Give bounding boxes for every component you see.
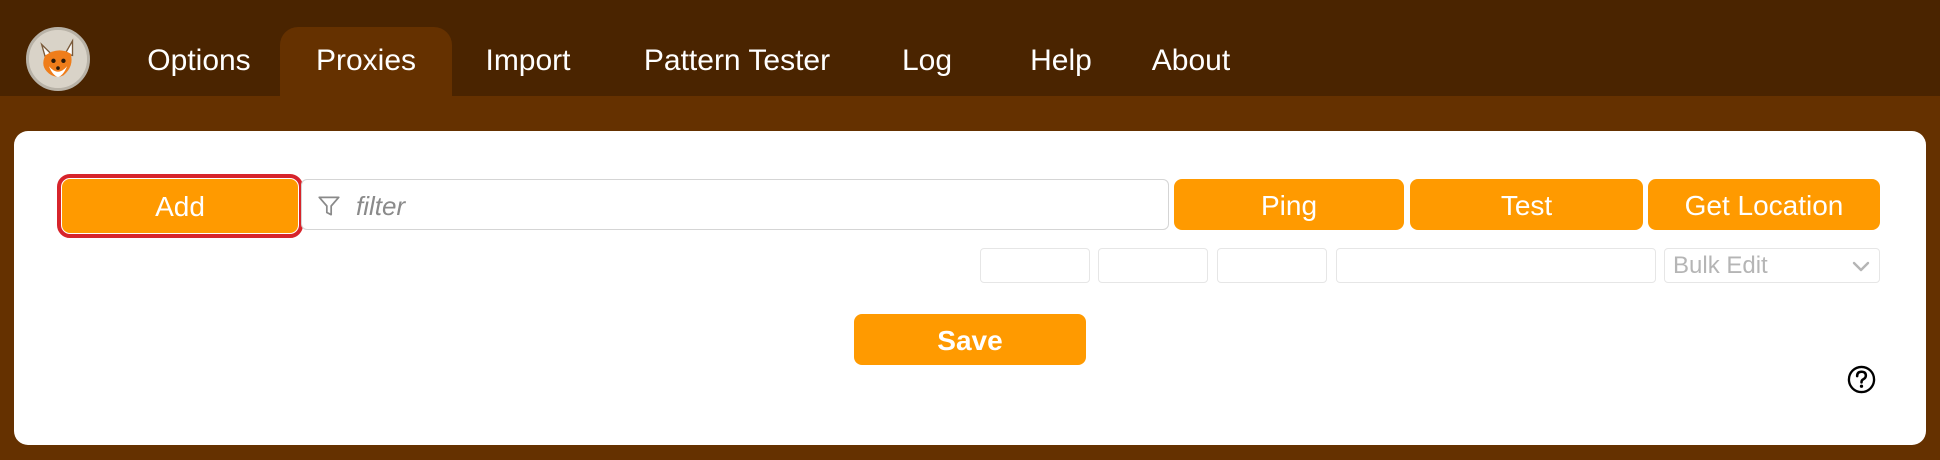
question-circle-icon[interactable] bbox=[1847, 365, 1876, 394]
filter-field[interactable] bbox=[301, 179, 1169, 230]
bulk-edit-select[interactable]: Bulk Edit bbox=[1664, 248, 1880, 283]
get-location-button[interactable]: Get Location bbox=[1648, 179, 1880, 230]
filter-input[interactable] bbox=[354, 186, 1148, 226]
add-button-label: Add bbox=[155, 191, 205, 222]
chevron-down-icon bbox=[1852, 261, 1870, 272]
proxies-panel: Add Ping Test Get Location Bulk Edit Sav… bbox=[14, 131, 1926, 445]
save-button[interactable]: Save bbox=[854, 314, 1086, 365]
ping-button[interactable]: Ping bbox=[1174, 179, 1404, 230]
funnel-icon bbox=[318, 196, 340, 216]
tab-log[interactable]: Log bbox=[874, 27, 980, 96]
tab-about[interactable]: About bbox=[1136, 27, 1246, 96]
test-button[interactable]: Test bbox=[1410, 179, 1643, 230]
get-location-button-label: Get Location bbox=[1684, 190, 1844, 221]
test-button-label: Test bbox=[1500, 190, 1553, 221]
bulk-edit-selected-value: Bulk Edit bbox=[1673, 252, 1768, 279]
main-tabs: Options Proxies Import Pattern Tester Lo… bbox=[0, 0, 1300, 96]
ping-button-label: Ping bbox=[1260, 190, 1318, 221]
bulk-field-4[interactable] bbox=[1336, 248, 1656, 283]
tab-help[interactable]: Help bbox=[1002, 27, 1120, 96]
bulk-field-2[interactable] bbox=[1098, 248, 1208, 283]
tab-proxies[interactable]: Proxies bbox=[280, 27, 452, 96]
add-button[interactable]: Add bbox=[57, 174, 303, 238]
bulk-field-3[interactable] bbox=[1217, 248, 1327, 283]
top-navigation-bar: Options Proxies Import Pattern Tester Lo… bbox=[0, 0, 1940, 96]
tab-import[interactable]: Import bbox=[452, 27, 604, 96]
bulk-field-1[interactable] bbox=[980, 248, 1090, 283]
tab-pattern-tester[interactable]: Pattern Tester bbox=[622, 27, 852, 96]
save-button-label: Save bbox=[937, 325, 1003, 356]
tab-options[interactable]: Options bbox=[114, 27, 284, 96]
